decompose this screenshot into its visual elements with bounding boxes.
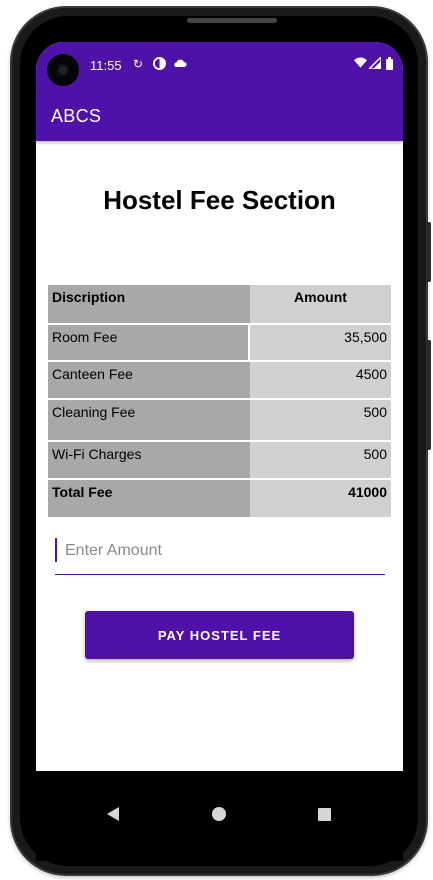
back-icon[interactable] — [107, 807, 119, 821]
status-bar: 11:55 ↻ — [36, 42, 403, 92]
data-saver-icon — [153, 57, 166, 73]
table-row-room-fee: Room Fee 35,500 — [48, 323, 391, 362]
table-row-cleaning-fee: Cleaning Fee 500 — [48, 400, 391, 442]
amount-input-container — [55, 538, 385, 575]
table-cell-amount: 35,500 — [250, 323, 391, 362]
table-row-wifi-charges: Wi-Fi Charges 500 — [48, 442, 391, 480]
table-cell-description: Canteen Fee — [48, 362, 250, 400]
front-camera — [47, 54, 79, 86]
table-cell-amount: 4500 — [250, 362, 391, 400]
table-cell-description: Cleaning Fee — [48, 400, 250, 442]
cloud-icon — [173, 57, 187, 72]
navigation-bar — [36, 771, 403, 861]
column-header-description: Discription — [48, 285, 250, 323]
screen: 11:55 ↻ ABCS Hostel Fee Section Discript… — [36, 42, 403, 771]
pay-hostel-fee-button[interactable]: PAY HOSTEL FEE — [85, 611, 354, 659]
app-bar: ABCS — [36, 92, 403, 141]
volume-button — [426, 222, 431, 282]
app-title: ABCS — [51, 106, 102, 126]
speaker-grille — [187, 18, 277, 23]
table-cell-amount: 500 — [250, 442, 391, 480]
home-icon[interactable] — [212, 807, 226, 821]
table-cell-total-amount: 41000 — [250, 480, 391, 517]
wifi-icon — [354, 57, 367, 72]
table-cell-total-label: Total Fee — [48, 480, 250, 517]
table-row-total-fee: Total Fee 41000 — [48, 480, 391, 517]
fee-table: Discription Amount Room Fee 35,500 Cante… — [48, 285, 391, 517]
text-cursor — [55, 538, 57, 562]
table-cell-amount: 500 — [250, 400, 391, 442]
amount-input[interactable] — [63, 538, 377, 564]
sync-icon: ↻ — [133, 57, 144, 71]
battery-icon — [386, 57, 393, 73]
table-cell-description: Room Fee — [48, 323, 250, 362]
recents-icon[interactable] — [318, 808, 331, 821]
column-header-amount: Amount — [250, 285, 391, 323]
table-cell-description: Wi-Fi Charges — [48, 442, 250, 480]
table-row-canteen-fee: Canteen Fee 4500 — [48, 362, 391, 400]
page-heading: Hostel Fee Section — [103, 185, 336, 215]
signal-icon — [367, 55, 382, 72]
power-button — [426, 340, 431, 450]
table-header-row: Discription Amount — [48, 285, 391, 323]
status-time: 11:55 — [90, 58, 122, 73]
